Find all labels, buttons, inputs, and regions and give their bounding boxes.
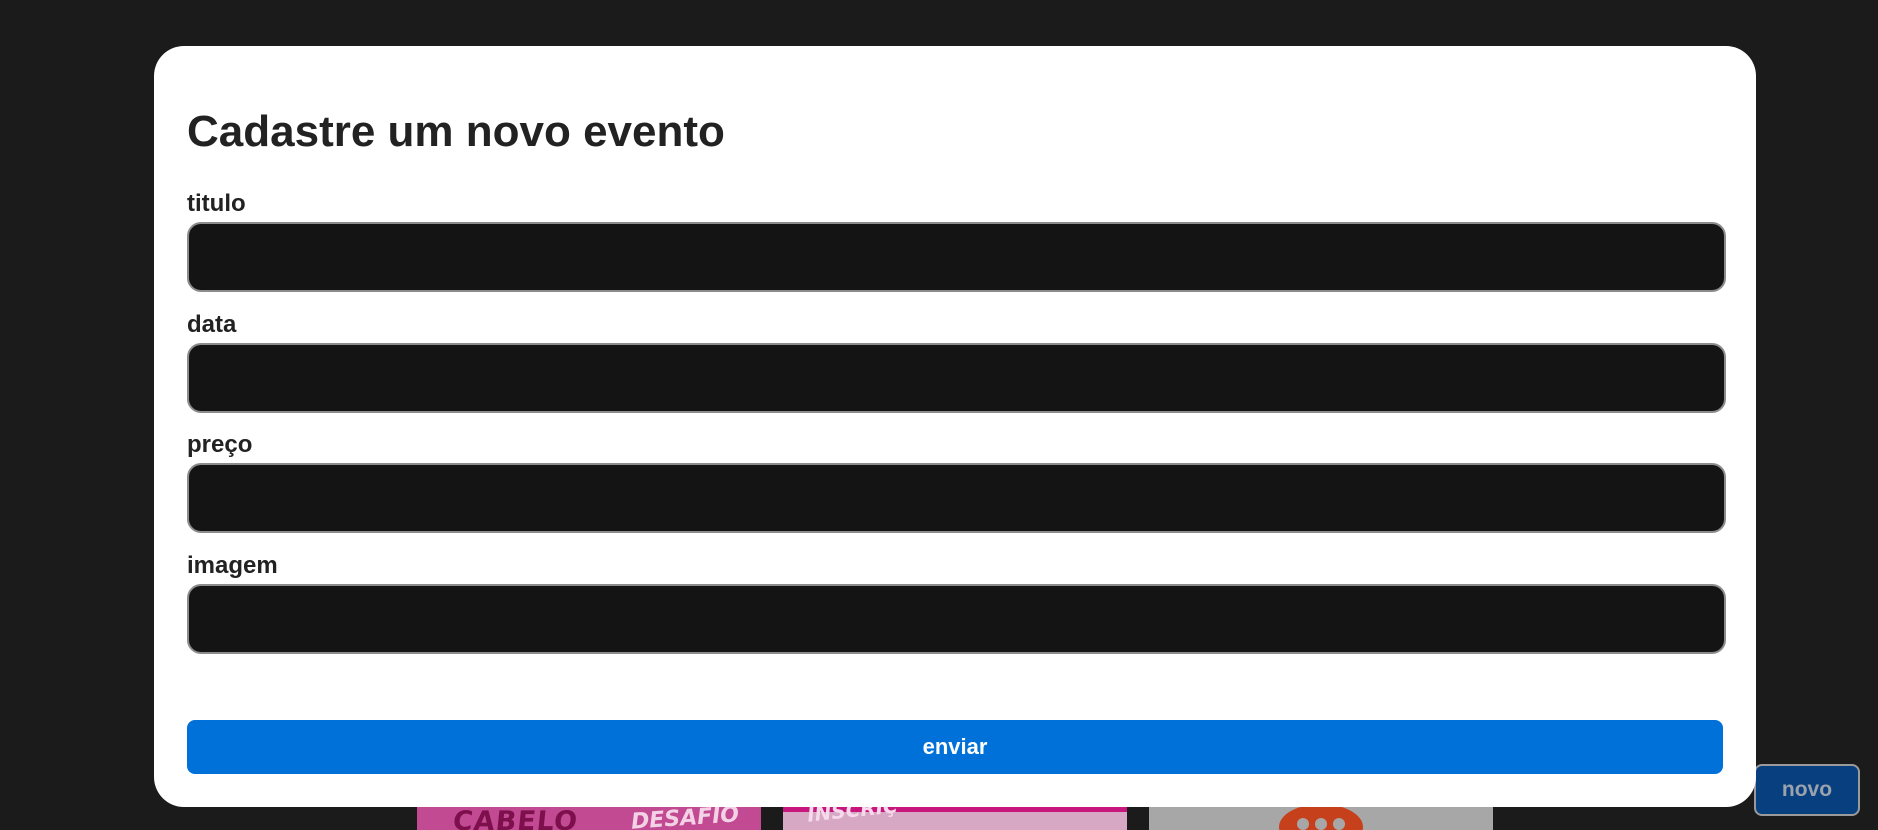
logo-graphic [1279,804,1363,830]
price-input[interactable] [187,463,1726,533]
submit-button[interactable]: enviar [187,720,1723,774]
image-field-label: imagem [187,552,278,579]
title-input[interactable] [187,222,1726,292]
new-event-modal: Cadastre um novo evento titulo data preç… [154,46,1756,807]
event-card-text: CABELO [451,806,580,830]
image-input[interactable] [187,584,1726,654]
date-input[interactable] [187,343,1726,413]
date-field-label: data [187,311,237,338]
modal-title: Cadastre um novo evento [187,107,725,156]
title-field-label: titulo [187,190,246,217]
price-field-label: preço [187,431,253,458]
new-event-button[interactable]: novo [1754,764,1860,816]
